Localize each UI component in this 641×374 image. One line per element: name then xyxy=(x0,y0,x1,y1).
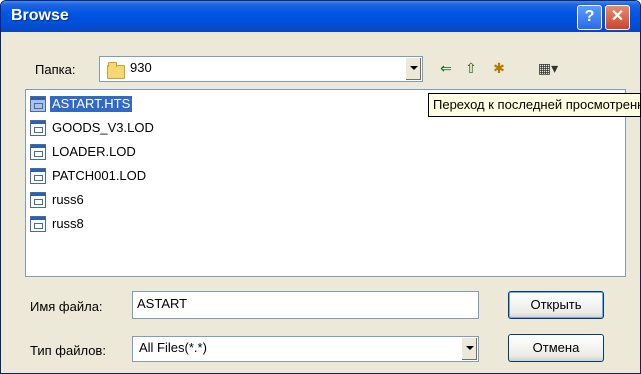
filename-label: Имя файла: xyxy=(30,299,103,314)
file-item-russ6[interactable]: russ6 xyxy=(30,191,86,209)
file-icon xyxy=(30,120,46,136)
filename-value: ASTART xyxy=(137,296,188,311)
new-folder-icon[interactable]: ✱ xyxy=(489,58,509,78)
file-icon xyxy=(30,144,46,160)
filename-input[interactable]: ASTART xyxy=(132,291,479,319)
browse-dialog: Browse ? ✕ Папка: 930 ⇐ ⇧ ✱ ▦▾ ASTART.HT… xyxy=(0,0,641,374)
file-item-astart[interactable]: ASTART.HTS xyxy=(30,95,133,113)
file-icon xyxy=(30,192,46,208)
file-name: LOADER.LOD xyxy=(52,144,136,159)
tooltip: Переход к последней просмотренной папке xyxy=(428,93,641,117)
lookin-value: 930 xyxy=(130,60,152,75)
file-item-goods[interactable]: GOODS_V3.LOD xyxy=(30,119,156,137)
folder-icon xyxy=(107,62,125,79)
lookin-combo[interactable]: 930 xyxy=(99,56,423,82)
file-item-patch[interactable]: PATCH001.LOD xyxy=(30,167,148,185)
file-icon xyxy=(30,168,46,184)
open-button[interactable]: Открыть xyxy=(508,291,604,319)
window-title: Browse xyxy=(11,7,69,24)
file-list[interactable]: ASTART.HTS GOODS_V3.LOD LOADER.LOD PATCH… xyxy=(25,89,626,277)
file-name: russ6 xyxy=(52,192,84,207)
filetype-combo[interactable]: All Files(*.*) xyxy=(132,336,479,362)
file-name: PATCH001.LOD xyxy=(52,168,147,183)
file-name: GOODS_V3.LOD xyxy=(52,120,154,135)
back-arrow-icon[interactable]: ⇐ xyxy=(436,58,456,78)
cancel-button[interactable]: Отмена xyxy=(508,334,604,362)
help-button[interactable]: ? xyxy=(577,5,602,30)
up-folder-icon[interactable]: ⇧ xyxy=(461,58,481,78)
filetype-label: Тип файлов: xyxy=(30,343,106,358)
view-menu-icon[interactable]: ▦▾ xyxy=(533,58,563,78)
filetype-value: All Files(*.*) xyxy=(139,340,207,355)
file-icon xyxy=(30,96,46,112)
close-button[interactable]: ✕ xyxy=(605,5,630,30)
file-item-loader[interactable]: LOADER.LOD xyxy=(30,143,138,161)
chevron-down-icon[interactable] xyxy=(405,58,421,80)
chevron-down-icon[interactable] xyxy=(461,338,477,360)
file-name: russ8 xyxy=(52,216,84,231)
lookin-label: Папка: xyxy=(35,62,76,77)
file-name: ASTART.HTS xyxy=(50,96,133,112)
title-bar[interactable]: Browse ? ✕ xyxy=(1,1,640,32)
file-item-russ8[interactable]: russ8 xyxy=(30,215,86,233)
file-icon xyxy=(30,216,46,232)
